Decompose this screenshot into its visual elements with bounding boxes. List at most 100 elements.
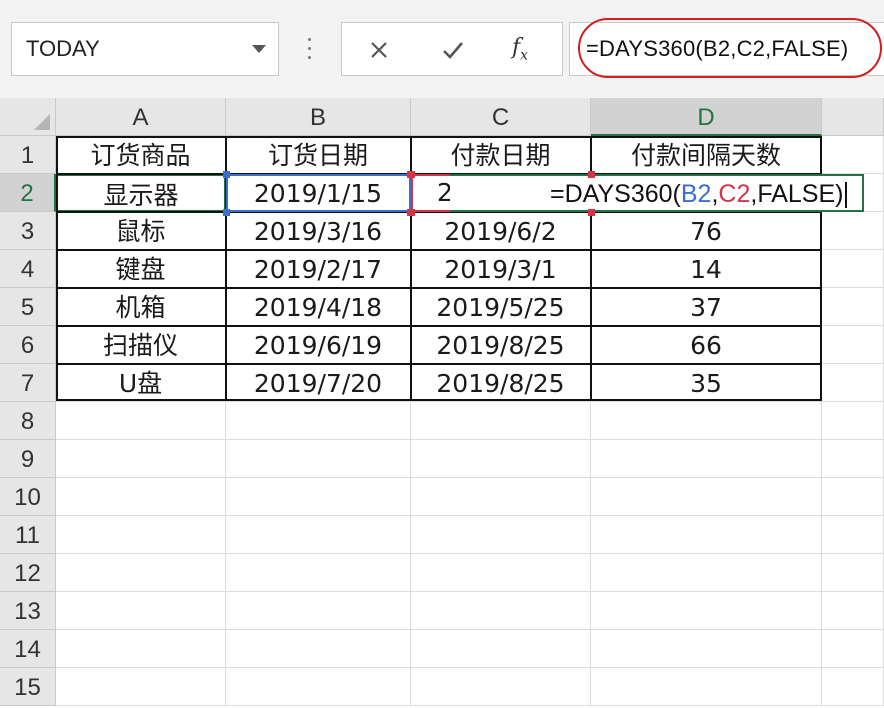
- cell-d6[interactable]: 66: [591, 326, 822, 364]
- cell-d11[interactable]: [591, 516, 822, 554]
- cell-d13[interactable]: [591, 592, 822, 630]
- formula-bar-splitter[interactable]: [308, 38, 312, 62]
- row-header-3[interactable]: 3: [0, 212, 56, 250]
- cell-e3[interactable]: [822, 212, 884, 250]
- dropdown-arrow-icon[interactable]: [252, 45, 266, 53]
- cell-c4[interactable]: 2019/3/1: [411, 250, 591, 288]
- cell-d12[interactable]: [591, 554, 822, 592]
- insert-function-icon[interactable]: fx: [512, 35, 528, 63]
- reference-resize-handle[interactable]: [588, 209, 595, 216]
- cell-e9[interactable]: [822, 440, 884, 478]
- cell-b13[interactable]: [226, 592, 411, 630]
- cell-d8[interactable]: [591, 402, 822, 440]
- cell-d5[interactable]: 37: [591, 288, 822, 326]
- cell-d10[interactable]: [591, 478, 822, 516]
- cell-a12[interactable]: [56, 554, 226, 592]
- row-header-15[interactable]: 15: [0, 668, 56, 706]
- cell-b11[interactable]: [226, 516, 411, 554]
- cell-e15[interactable]: [822, 668, 884, 706]
- cell-c14[interactable]: [411, 630, 591, 668]
- cell-a8[interactable]: [56, 402, 226, 440]
- cell-c1[interactable]: 付款日期: [411, 136, 591, 174]
- column-header-b[interactable]: B: [226, 98, 411, 136]
- cell-a14[interactable]: [56, 630, 226, 668]
- row-header-13[interactable]: 13: [0, 592, 56, 630]
- cell-d1[interactable]: 付款间隔天数: [591, 136, 822, 174]
- cell-e13[interactable]: [822, 592, 884, 630]
- cell-e7[interactable]: [822, 364, 884, 402]
- row-header-6[interactable]: 6: [0, 326, 56, 364]
- cell-c15[interactable]: [411, 668, 591, 706]
- cell-d7[interactable]: 35: [591, 364, 822, 402]
- cell-a1[interactable]: 订货商品: [56, 136, 226, 174]
- cell-e4[interactable]: [822, 250, 884, 288]
- cell-c3[interactable]: 2019/6/2: [411, 212, 591, 250]
- cell-b12[interactable]: [226, 554, 411, 592]
- row-header-7[interactable]: 7: [0, 364, 56, 402]
- cell-b8[interactable]: [226, 402, 411, 440]
- cell-b4[interactable]: 2019/2/17: [226, 250, 411, 288]
- cell-a10[interactable]: [56, 478, 226, 516]
- cell-d3[interactable]: 76: [591, 212, 822, 250]
- cell-c7[interactable]: 2019/8/25: [411, 364, 591, 402]
- cell-c10[interactable]: [411, 478, 591, 516]
- row-header-4[interactable]: 4: [0, 250, 56, 288]
- row-header-2[interactable]: 2: [0, 174, 56, 212]
- cell-c9[interactable]: [411, 440, 591, 478]
- cell-d15[interactable]: [591, 668, 822, 706]
- cell-e10[interactable]: [822, 478, 884, 516]
- cell-a7[interactable]: U盘: [56, 364, 226, 402]
- cell-a9[interactable]: [56, 440, 226, 478]
- cell-e11[interactable]: [822, 516, 884, 554]
- row-header-11[interactable]: 11: [0, 516, 56, 554]
- cell-e1[interactable]: [822, 136, 884, 174]
- column-header-a[interactable]: A: [56, 98, 226, 136]
- cell-e8[interactable]: [822, 402, 884, 440]
- cell-c6[interactable]: 2019/8/25: [411, 326, 591, 364]
- cell-b6[interactable]: 2019/6/19: [226, 326, 411, 364]
- reference-resize-handle[interactable]: [223, 171, 230, 178]
- row-header-8[interactable]: 8: [0, 402, 56, 440]
- cell-b15[interactable]: [226, 668, 411, 706]
- cell-e6[interactable]: [822, 326, 884, 364]
- cell-c8[interactable]: [411, 402, 591, 440]
- cell-a11[interactable]: [56, 516, 226, 554]
- cell-a13[interactable]: [56, 592, 226, 630]
- cell-b14[interactable]: [226, 630, 411, 668]
- cell-d4[interactable]: 14: [591, 250, 822, 288]
- cell-e14[interactable]: [822, 630, 884, 668]
- in-cell-formula-editor[interactable]: =DAYS360(B2,C2,FALSE): [450, 174, 864, 212]
- cell-b10[interactable]: [226, 478, 411, 516]
- cell-c13[interactable]: [411, 592, 591, 630]
- cell-a3[interactable]: 鼠标: [56, 212, 226, 250]
- reference-resize-handle[interactable]: [408, 209, 415, 216]
- cell-d9[interactable]: [591, 440, 822, 478]
- cell-b1[interactable]: 订货日期: [226, 136, 411, 174]
- select-all-corner[interactable]: [0, 98, 56, 136]
- row-header-14[interactable]: 14: [0, 630, 56, 668]
- column-header-d[interactable]: D: [591, 98, 822, 136]
- enter-icon[interactable]: [436, 33, 470, 67]
- row-header-10[interactable]: 10: [0, 478, 56, 516]
- cancel-icon[interactable]: [362, 33, 396, 67]
- cell-e5[interactable]: [822, 288, 884, 326]
- column-header-c[interactable]: C: [411, 98, 591, 136]
- cell-d14[interactable]: [591, 630, 822, 668]
- cell-b2[interactable]: 2019/1/15: [226, 174, 411, 212]
- cell-c11[interactable]: [411, 516, 591, 554]
- cell-a5[interactable]: 机箱: [56, 288, 226, 326]
- row-header-12[interactable]: 12: [0, 554, 56, 592]
- cell-b9[interactable]: [226, 440, 411, 478]
- column-header-e[interactable]: [822, 98, 884, 136]
- row-header-1[interactable]: 1: [0, 136, 56, 174]
- cell-a2[interactable]: 显示器: [56, 174, 226, 212]
- reference-resize-handle[interactable]: [223, 209, 230, 216]
- reference-resize-handle[interactable]: [408, 171, 415, 178]
- cell-b5[interactable]: 2019/4/18: [226, 288, 411, 326]
- row-header-9[interactable]: 9: [0, 440, 56, 478]
- cell-a4[interactable]: 键盘: [56, 250, 226, 288]
- cell-e12[interactable]: [822, 554, 884, 592]
- cell-b7[interactable]: 2019/7/20: [226, 364, 411, 402]
- cell-c12[interactable]: [411, 554, 591, 592]
- name-box[interactable]: TODAY: [11, 22, 279, 76]
